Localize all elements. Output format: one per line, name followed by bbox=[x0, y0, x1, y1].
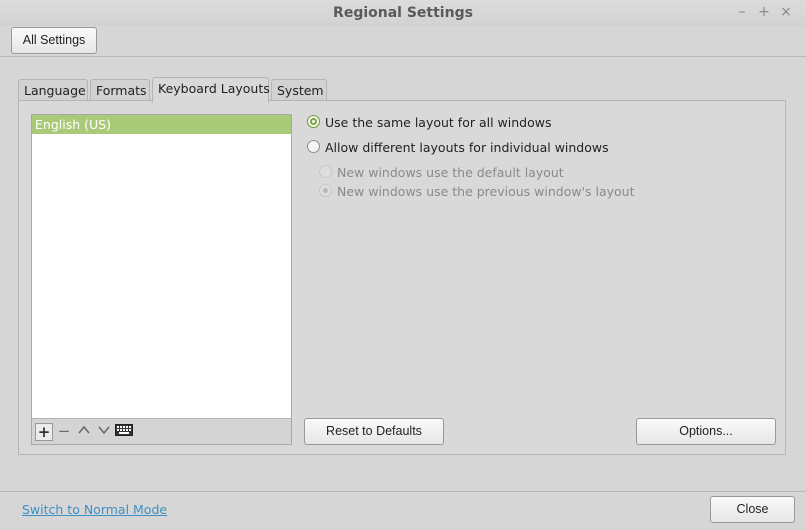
minimize-icon[interactable]: – bbox=[734, 4, 750, 20]
switch-to-normal-mode-link[interactable]: Switch to Normal Mode bbox=[22, 502, 167, 517]
default-layout-label: New windows use the default layout bbox=[337, 165, 564, 180]
previous-layout-radio bbox=[319, 184, 332, 197]
window-title: Regional Settings bbox=[333, 5, 473, 21]
tab-system[interactable]: System bbox=[271, 79, 327, 101]
remove-icon[interactable]: − bbox=[55, 423, 73, 441]
close-window-icon[interactable]: × bbox=[778, 4, 794, 20]
footer-divider bbox=[0, 491, 806, 492]
maximize-icon[interactable]: + bbox=[756, 4, 772, 20]
list-item[interactable]: English (US) bbox=[32, 115, 291, 134]
close-button[interactable]: Close bbox=[710, 496, 795, 523]
tab-formats[interactable]: Formats bbox=[90, 79, 150, 101]
same-layout-label: Use the same layout for all windows bbox=[325, 115, 552, 130]
options-button[interactable]: Options... bbox=[636, 418, 776, 445]
move-up-icon[interactable] bbox=[75, 423, 93, 441]
keyboard-icon[interactable] bbox=[115, 423, 133, 441]
list-toolbar: + − bbox=[32, 418, 291, 444]
title-bar: Regional Settings – + × bbox=[0, 0, 806, 26]
layouts-list[interactable]: English (US) + − bbox=[31, 114, 292, 445]
all-settings-button[interactable]: All Settings bbox=[11, 27, 97, 54]
previous-layout-label: New windows use the previous window's la… bbox=[337, 184, 635, 199]
header-toolbar: All Settings bbox=[0, 26, 806, 57]
move-down-icon[interactable] bbox=[95, 423, 113, 441]
different-layouts-label: Allow different layouts for individual w… bbox=[325, 140, 609, 155]
same-layout-radio[interactable] bbox=[307, 115, 320, 128]
tab-keyboard-layouts[interactable]: Keyboard Layouts bbox=[152, 77, 270, 103]
different-layouts-radio[interactable] bbox=[307, 140, 320, 153]
default-layout-radio bbox=[319, 165, 332, 178]
tab-language[interactable]: Language bbox=[18, 79, 88, 101]
add-icon[interactable]: + bbox=[35, 423, 53, 441]
reset-to-defaults-button[interactable]: Reset to Defaults bbox=[304, 418, 444, 445]
